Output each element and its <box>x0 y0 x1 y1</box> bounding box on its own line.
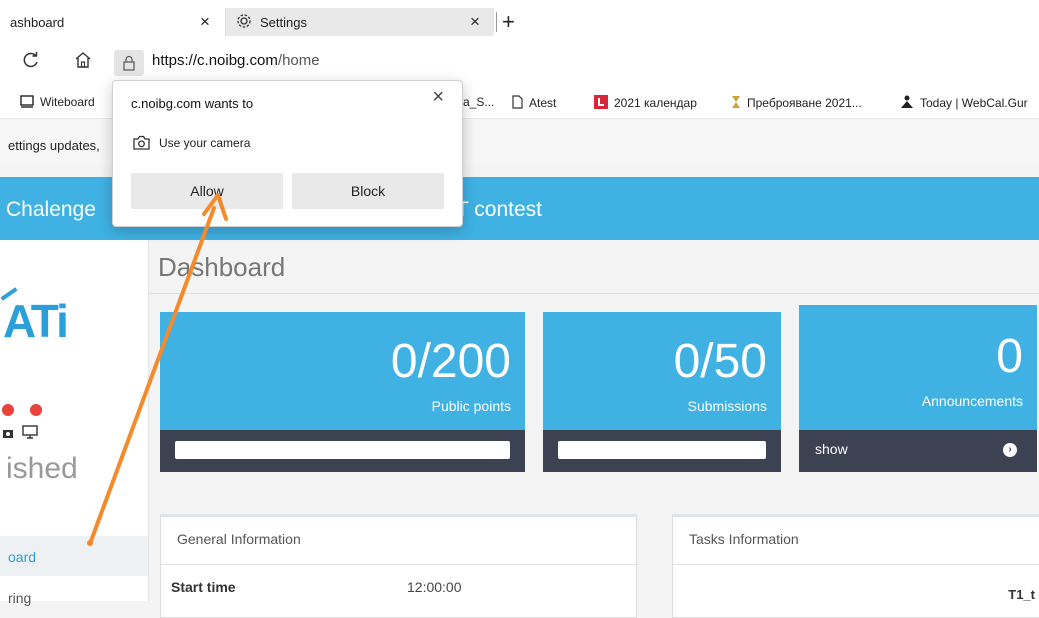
lock-icon <box>122 55 136 76</box>
block-button[interactable]: Block <box>292 173 444 209</box>
page-icon <box>512 95 523 112</box>
card-value: 0/50 <box>673 335 767 388</box>
public-points-card: 0/200 Public points <box>160 312 525 472</box>
tab-strip: ashboard × Settings × + <box>0 0 1039 44</box>
card-label: Public points <box>431 398 511 414</box>
close-icon[interactable]: × <box>432 87 444 107</box>
camera-icon <box>133 135 150 155</box>
tab-dashboard[interactable]: ashboard × <box>0 8 226 36</box>
bookmark-label: 2021 календар <box>614 96 697 110</box>
monitor-icon <box>22 425 38 444</box>
webcal-icon <box>900 95 914 112</box>
status-dot <box>2 404 14 416</box>
card-label: Announcements <box>921 393 1023 409</box>
general-info-panel: General Information Start time 12:00:00 <box>160 514 637 618</box>
status-dot <box>30 404 42 416</box>
permission-text: Use your camera <box>159 136 251 150</box>
contest-title: T contest <box>456 198 542 221</box>
panel-title: Tasks Information <box>689 531 799 547</box>
sidebar-item-next[interactable]: ring <box>8 590 31 606</box>
progress-bar <box>558 441 766 459</box>
start-time-value: 12:00:00 <box>407 579 462 595</box>
bookmark-label: Atest <box>529 96 557 110</box>
tasks-info-panel: Tasks Information T1_t <box>672 514 1039 618</box>
announcements-card: 0 Announcements show › <box>799 305 1037 472</box>
tab-divider <box>496 12 497 32</box>
tab-title: ashboard <box>10 15 65 30</box>
url-path: /home <box>277 52 320 69</box>
url-field[interactable]: https://c.noibg.com/home <box>152 52 320 69</box>
popup-title: c.noibg.com wants to <box>131 96 254 111</box>
camera-permission-popup: c.noibg.com wants to × Use your camera A… <box>112 80 463 227</box>
site-info-button[interactable] <box>114 50 144 76</box>
info-bar-text: ettings updates, <box>8 138 100 153</box>
tab-settings[interactable]: Settings × <box>226 8 494 36</box>
bookmark-atest[interactable]: Atest <box>512 95 556 112</box>
progress-bar <box>175 441 510 459</box>
camera-icon <box>2 426 14 444</box>
panel-title: General Information <box>177 531 301 547</box>
close-tab-icon[interactable]: × <box>470 12 480 32</box>
bookmark-label: a_S... <box>463 95 495 109</box>
census-icon <box>731 95 741 112</box>
url-host: https://c.noibg.com <box>152 52 278 69</box>
calendar-app-icon <box>594 95 608 112</box>
bookmark-webcal[interactable]: Today | WebCal.Gur <box>900 95 1028 112</box>
bookmark-calendar[interactable]: 2021 календар <box>594 95 697 112</box>
bookmark-label: Witeboard <box>40 95 95 109</box>
chevron-right-icon[interactable]: › <box>1003 443 1017 457</box>
show-link-label[interactable]: show <box>815 441 848 457</box>
bookmark-witeboard[interactable]: Witeboard <box>20 95 95 111</box>
bookmark-label: Преброяване 2021... <box>747 96 862 110</box>
bookmark-label: Today | WebCal.Gur <box>920 96 1028 110</box>
card-value: 0/200 <box>390 335 511 388</box>
divider <box>148 293 1039 294</box>
sidebar-item-label: oard <box>8 549 37 565</box>
contest-status: ished <box>6 452 78 485</box>
sidebar-item-dashboard[interactable]: oard <box>0 536 148 576</box>
submissions-card: 0/50 Submissions <box>543 312 781 472</box>
task-column-header: T1_t <box>1008 587 1035 602</box>
gear-icon <box>236 13 252 32</box>
site-logo: ATi <box>3 295 69 347</box>
tab-title: Settings <box>260 15 307 30</box>
page-title: Dashboard <box>158 252 286 282</box>
start-time-label: Start time <box>171 579 236 595</box>
bookmark-census[interactable]: Преброяване 2021... <box>731 95 862 112</box>
allow-button[interactable]: Allow <box>131 173 283 209</box>
whiteboard-icon <box>20 95 34 111</box>
refresh-icon[interactable] <box>22 51 40 75</box>
card-value: 0 <box>996 330 1023 383</box>
close-tab-icon[interactable]: × <box>200 12 210 32</box>
bookmark-a-s[interactable]: a_S... <box>463 95 494 109</box>
home-icon[interactable] <box>74 51 92 75</box>
brand-title[interactable]: Chalenge <box>6 198 96 222</box>
new-tab-button[interactable]: + <box>502 8 515 36</box>
card-label: Submissions <box>687 398 767 414</box>
